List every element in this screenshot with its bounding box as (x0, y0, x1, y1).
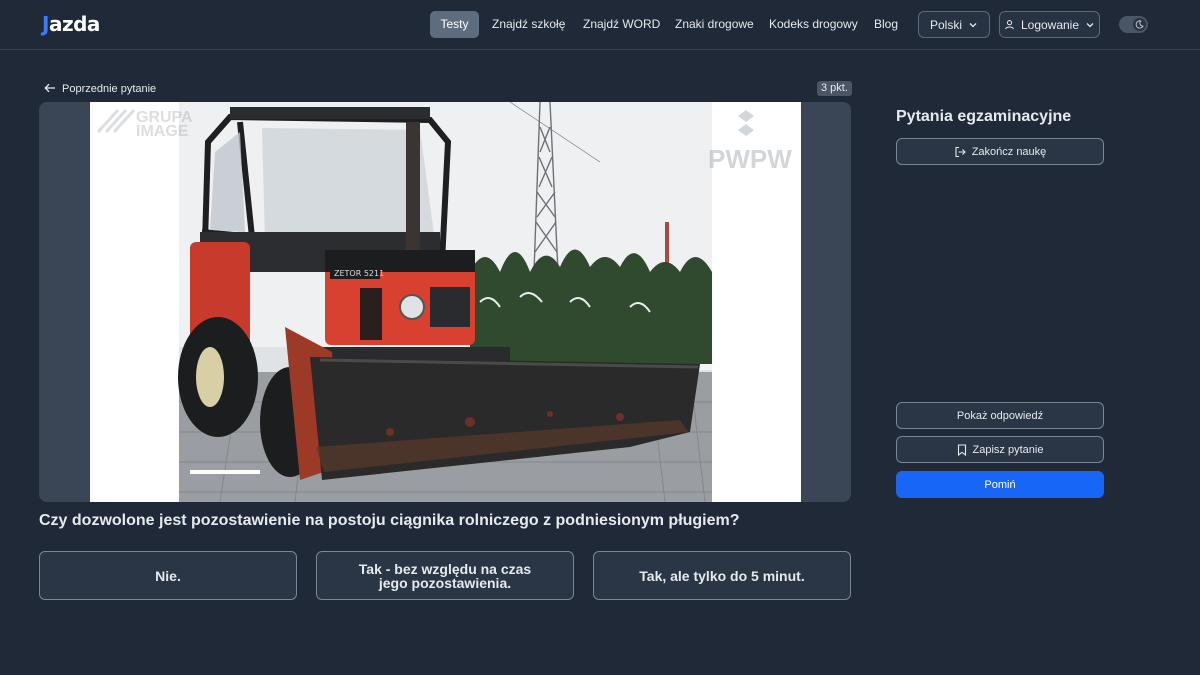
tractor-photo: ZETOR 5211 GRUPA IMAGE PWPW (96, 102, 792, 502)
svg-text:IMAGE: IMAGE (136, 123, 189, 140)
top-header: Jazda Testy Znajdź szkołę Znajdź WORD Zn… (0, 0, 1200, 50)
bookmark-icon (957, 443, 967, 456)
login-label: Logowanie (1020, 17, 1080, 32)
nav-find-word[interactable]: Znajdź WORD (583, 11, 660, 38)
question-text: Czy dozwolone jest pozostawienie na post… (39, 512, 740, 529)
answer-option-2[interactable]: Tak - bez względu na czas jego pozostawi… (316, 551, 574, 600)
watermark-left-logo: GRUPA IMAGE (96, 108, 193, 140)
moon-icon (1133, 18, 1146, 31)
end-learning-button[interactable]: Zakończ naukę (896, 138, 1104, 165)
exit-icon (954, 146, 966, 158)
nav-tests[interactable]: Testy (430, 11, 479, 38)
sidebar-title: Pytania egzaminacyjne (896, 108, 1072, 125)
login-dropdown[interactable]: Logowanie (999, 11, 1100, 38)
chevron-down-icon (968, 20, 978, 30)
previous-question-link[interactable]: Poprzednie pytanie (44, 81, 156, 97)
nav-road-code[interactable]: Kodeks drogowy (769, 11, 858, 38)
answer-option-3[interactable]: Tak, ale tylko do 5 minut. (593, 551, 851, 600)
end-learning-label: Zakończ naukę (971, 145, 1047, 158)
language-dropdown[interactable]: Polski (918, 11, 990, 38)
nav-blog[interactable]: Blog (872, 11, 900, 38)
watermark-right-logo: PWPW (708, 110, 792, 174)
previous-question-label: Poprzednie pytanie (62, 83, 157, 95)
show-answer-button[interactable]: Pokaż odpowiedź (896, 402, 1104, 429)
points-badge: 3 pkt. (817, 81, 852, 96)
tractor-plate: ZETOR 5211 (334, 269, 384, 278)
theme-toggle[interactable] (1119, 16, 1148, 33)
question-media: ZETOR 5211 GRUPA IMAGE PWPW (90, 102, 801, 502)
question-media-frame: ZETOR 5211 GRUPA IMAGE PWPW (39, 102, 851, 502)
arrow-left-icon (44, 83, 56, 96)
save-question-button[interactable]: Zapisz pytanie (896, 436, 1104, 463)
save-question-label: Zapisz pytanie (972, 443, 1044, 456)
nav-find-school[interactable]: Znajdź szkołę (492, 11, 565, 38)
skip-button[interactable]: Pomiń (896, 471, 1104, 498)
svg-text:PWPW: PWPW (708, 144, 792, 174)
answer-option-1[interactable]: Nie. (39, 551, 297, 600)
main-nav: Testy Znajdź szkołę Znajdź WORD Znaki dr… (0, 11, 1200, 39)
nav-road-signs[interactable]: Znaki drogowe (675, 11, 754, 38)
skip-label: Pomiń (984, 478, 1016, 491)
language-label: Polski (929, 17, 962, 32)
chevron-down-icon (1085, 20, 1095, 30)
user-icon (1004, 19, 1015, 30)
show-answer-label: Pokaż odpowiedź (956, 409, 1044, 422)
